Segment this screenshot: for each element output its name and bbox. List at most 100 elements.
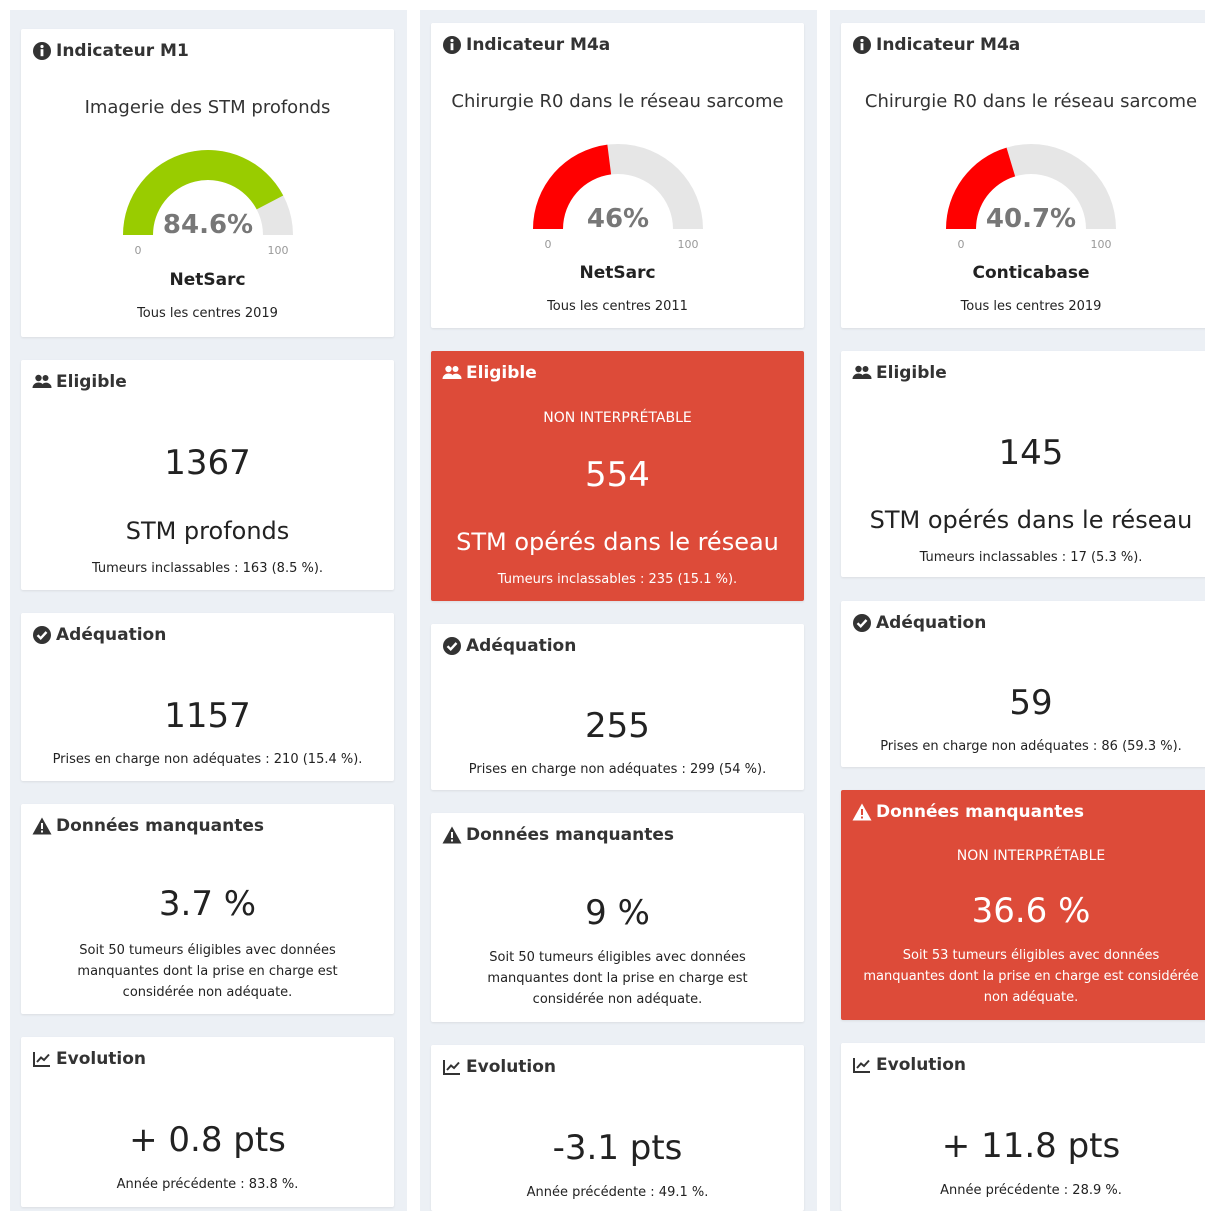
missing-data-card: Données manquantes 9 % Soit 50 tumeurs é… <box>431 813 804 1022</box>
eligible-card-title: Eligible <box>442 363 537 383</box>
missing-data-card-title: Données manquantes <box>32 816 264 836</box>
gauge-chart: 40.7% 0 100 <box>946 144 1116 251</box>
missing-data-note: Soit 50 tumeurs éligibles avec données m… <box>487 950 748 1007</box>
eligible-title: Eligible <box>876 363 947 383</box>
missing-data-percent: 3.7 % <box>158 884 257 924</box>
gauge-chart: 46% 0 100 <box>532 144 703 251</box>
missing-data-title: Données manquantes <box>56 816 265 836</box>
evolution-card-title: Evolution <box>852 1055 966 1075</box>
gauge-value: 84.6% <box>162 210 252 240</box>
users-icon <box>852 363 872 383</box>
evolution-card: Evolution -3.1 pts Année précédente : 49… <box>431 1045 804 1211</box>
evolution-delta: -3.1 pts <box>552 1128 683 1168</box>
eligible-label: STM profonds <box>125 517 290 545</box>
adequation-title: Adéquation <box>466 636 577 656</box>
indicator-card-title: Indicateur M1 <box>32 41 189 61</box>
line-chart-icon <box>442 1057 462 1077</box>
indicator-card: Indicateur M4a Chirurgie R0 dans le rése… <box>841 23 1205 328</box>
missing-data-card: Données manquantes NON INTERPRÉTABLE 36.… <box>841 790 1205 1020</box>
line-chart-icon <box>852 1055 872 1075</box>
scope-label: Tous les centres 2019 <box>960 299 1102 314</box>
adequation-note: Prises en charge non adéquates : 299 (54… <box>468 762 767 777</box>
indicator-card: Indicateur M4a Chirurgie R0 dans le rése… <box>431 23 804 328</box>
adequation-card-title: Adéquation <box>442 636 576 656</box>
eligible-card-title: Eligible <box>852 363 947 383</box>
data-source: NetSarc <box>579 263 656 283</box>
evolution-note: Année précédente : 28.9 %. <box>940 1183 1122 1198</box>
info-circle-icon <box>442 35 462 55</box>
adequation-count: 1157 <box>164 696 251 736</box>
warning-triangle-icon <box>442 825 462 845</box>
gauge-max-label: 100 <box>267 244 288 257</box>
gauge-max-label: 100 <box>677 238 698 251</box>
gauge-min-label: 0 <box>134 244 141 257</box>
users-icon <box>442 363 462 383</box>
eligible-card: Eligible 1367 STM profonds Tumeurs incla… <box>21 360 394 590</box>
evolution-title: Evolution <box>876 1055 967 1075</box>
eligible-card-title: Eligible <box>32 372 127 392</box>
indicator-card-title: Indicateur M4a <box>442 35 610 55</box>
data-source: Conticabase <box>972 263 1090 283</box>
non-interpretable-badge: NON INTERPRÉTABLE <box>956 848 1106 864</box>
indicator-column-2: Indicateur M4a Chirurgie R0 dans le rése… <box>420 10 817 1211</box>
eligible-note: Tumeurs inclassables : 163 (8.5 %). <box>91 561 324 576</box>
missing-data-percent: 9 % <box>585 893 650 933</box>
line-chart-icon <box>32 1049 52 1069</box>
info-circle-icon <box>852 35 872 55</box>
evolution-card-title: Evolution <box>442 1057 556 1077</box>
indicator-subtitle: Chirurgie R0 dans le réseau sarcome <box>451 91 784 112</box>
warning-triangle-icon <box>32 816 52 836</box>
missing-data-card-title: Données manquantes <box>852 802 1084 822</box>
missing-data-title: Données manquantes <box>876 802 1085 822</box>
indicator-column-3: Indicateur M4a Chirurgie R0 dans le rése… <box>830 10 1205 1211</box>
missing-data-note: Soit 50 tumeurs éligibles avec données m… <box>77 943 338 1000</box>
scope-label: Tous les centres 2019 <box>137 306 278 321</box>
eligible-note: Tumeurs inclassables : 17 (5.3 %). <box>919 550 1143 565</box>
check-circle-icon <box>32 625 52 645</box>
eligible-count: 1367 <box>164 443 251 483</box>
check-circle-icon <box>442 636 462 656</box>
adequation-count: 59 <box>1009 683 1053 723</box>
adequation-card: Adéquation 1157 Prises en charge non adé… <box>21 613 394 781</box>
evolution-card-title: Evolution <box>32 1049 146 1069</box>
eligible-card: Eligible NON INTERPRÉTABLE 554 STM opéré… <box>431 351 804 601</box>
adequation-note: Prises en charge non adéquates : 210 (15… <box>52 752 363 767</box>
evolution-delta: + 0.8 pts <box>129 1120 286 1160</box>
evolution-note: Année précédente : 49.1 %. <box>526 1185 709 1200</box>
gauge-max-label: 100 <box>1091 238 1112 251</box>
adequation-card-title: Adéquation <box>852 613 986 633</box>
gauge-min-label: 0 <box>544 238 551 251</box>
adequation-card: Adéquation 255 Prises en charge non adéq… <box>431 624 804 790</box>
missing-data-note: Soit 53 tumeurs éligibles avec données m… <box>863 948 1199 1005</box>
indicator-card-title: Indicateur M4a <box>852 35 1020 55</box>
eligible-card: Eligible 145 STM opérés dans le réseau T… <box>841 351 1205 577</box>
eligible-note: Tumeurs inclassables : 235 (15.1 %). <box>497 572 738 587</box>
eligible-count: 554 <box>585 455 650 495</box>
evolution-title: Evolution <box>56 1049 147 1069</box>
missing-data-card: Données manquantes 3.7 % Soit 50 tumeurs… <box>21 804 394 1014</box>
gauge-value: 46% <box>586 204 648 234</box>
indicator-title: Indicateur M1 <box>56 41 189 61</box>
gauge-min-label: 0 <box>958 238 965 251</box>
adequation-title: Adéquation <box>56 625 167 645</box>
scope-label: Tous les centres 2011 <box>547 299 688 314</box>
adequation-card-title: Adéquation <box>32 625 166 645</box>
eligible-title: Eligible <box>466 363 537 383</box>
adequation-count: 255 <box>585 706 650 746</box>
eligible-label: STM opérés dans le réseau <box>456 528 779 556</box>
missing-data-title: Données manquantes <box>466 825 675 845</box>
check-circle-icon <box>852 613 872 633</box>
indicator-column-1: Indicateur M1 Imagerie des STM profonds … <box>10 10 407 1211</box>
missing-data-percent: 36.6 % <box>971 891 1091 931</box>
non-interpretable-badge: NON INTERPRÉTABLE <box>543 410 692 426</box>
gauge-value: 40.7% <box>986 204 1076 234</box>
indicator-title: Indicateur M4a <box>466 35 611 55</box>
adequation-card: Adéquation 59 Prises en charge non adéqu… <box>841 601 1205 767</box>
evolution-title: Evolution <box>466 1057 557 1077</box>
users-icon <box>32 372 52 392</box>
eligible-count: 145 <box>998 433 1064 473</box>
indicator-subtitle: Chirurgie R0 dans le réseau sarcome <box>864 91 1198 112</box>
gauge-chart: 84.6% 0 100 <box>122 150 293 257</box>
evolution-card: Evolution + 0.8 pts Année précédente : 8… <box>21 1037 394 1207</box>
indicator-subtitle: Imagerie des STM profonds <box>84 97 331 118</box>
